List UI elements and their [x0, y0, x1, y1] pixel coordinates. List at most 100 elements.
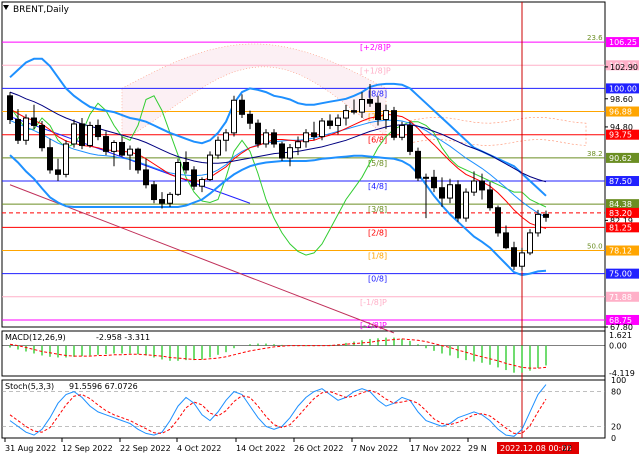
stoch-panel: Stoch(5,3,3) 91.5596 67.0726: [2, 382, 605, 437]
candle-body: [215, 139, 221, 156]
stoch-tick-label: 20: [611, 422, 621, 431]
price-tick-label: 71.88: [609, 293, 632, 302]
candle-body: [7, 95, 13, 121]
macd-tick-label: 0.00: [609, 342, 627, 351]
chart-text: BRENT,Daily: [3, 5, 70, 15]
candle-body: [511, 247, 517, 267]
stoch-tick-label: 80: [611, 388, 621, 397]
candle-body: [527, 232, 533, 254]
candle-body: [239, 99, 245, 115]
stoch-d-line: [9, 389, 547, 434]
candle-body: [175, 161, 181, 195]
murrey-label-6: [4/8]: [368, 182, 387, 191]
candle-body: [79, 123, 85, 146]
candle-body: [223, 132, 229, 141]
candle-body: [319, 120, 325, 138]
macd-values: -2.958 -3.311: [96, 333, 150, 342]
stoch-tick-label: 0: [611, 434, 616, 443]
macd-tick-label: 1.621: [609, 331, 632, 340]
candle-body: [271, 132, 277, 145]
time-tick-label: 26 Oct 2022: [294, 444, 343, 453]
candle-body: [455, 184, 461, 219]
candle-body: [295, 141, 301, 149]
ichimoku-cloud-fill-1: [122, 44, 386, 141]
candle-body: [463, 191, 469, 219]
panel-frame-0: [1, 1, 606, 328]
candle-body: [519, 252, 525, 267]
candle-body: [303, 132, 309, 143]
candle-body: [207, 154, 213, 181]
stoch-k-line: [9, 384, 547, 437]
candle-body: [535, 213, 541, 234]
stoch-values: 91.5596 67.0726: [69, 382, 138, 391]
candle-body: [311, 132, 317, 138]
candle-body: [479, 180, 485, 191]
oscillator-overlay-line: [9, 95, 547, 256]
candle-body: [287, 147, 293, 159]
fib-label-1: 38.2: [587, 150, 603, 158]
fib-label-2: 50.0: [587, 243, 603, 251]
price-axis: 106.25103.12102.90100.0098.6096.8894.809…: [605, 37, 639, 443]
ichimoku-cloud-shape-2: [409, 116, 587, 146]
price-tick-label: 84.38: [609, 200, 632, 209]
stoch-tick-label: 100: [611, 376, 626, 385]
candle-body: [255, 122, 261, 145]
candle-body: [327, 120, 333, 126]
candle-body: [63, 143, 69, 175]
candle-body: [471, 180, 477, 193]
price-tick-label: 78.12: [609, 247, 632, 256]
stoch-title: Stoch(5,3,3): [5, 382, 54, 391]
candle-body: [191, 169, 197, 187]
candle-body: [143, 169, 149, 186]
time-tick-label: 29 N: [468, 444, 487, 453]
time-tick-label: 12 Sep 2022: [62, 444, 113, 453]
candle-body: [119, 141, 125, 156]
candle-body: [15, 119, 21, 141]
price-tick-label: 81.25: [609, 223, 632, 232]
candle-body: [103, 136, 109, 152]
candle-body: [423, 176, 429, 179]
candle-body: [431, 176, 437, 189]
chart-title: BRENT,Daily: [13, 5, 70, 15]
murrey-label-7: [3/8]: [368, 205, 387, 214]
price-tick-label: 100.00: [609, 84, 637, 93]
candle-body: [95, 124, 101, 138]
murrey-label-0: [+2/8]P: [360, 43, 391, 52]
candle-body: [263, 132, 269, 145]
candle-body: [415, 150, 421, 179]
candle-body: [199, 179, 205, 187]
price-tick-label: 90.62: [609, 154, 632, 163]
candle-body: [367, 99, 373, 104]
murrey-label-8: [2/8]: [368, 228, 387, 237]
time-axis: 31 Aug 2022 12 Sep 2022 22 Sep 2022 4 Oct 2…: [4, 438, 579, 454]
price-tick-label: 102.90: [610, 63, 638, 72]
dropdown-triangle-icon: [3, 5, 9, 10]
candle-body: [335, 117, 341, 126]
time-tick-label: 7 Nov 2022: [352, 444, 398, 453]
price-tick-label: 75.00: [609, 270, 632, 279]
time-tick-label: 22 Sep 2022: [120, 444, 171, 453]
candle-body: [55, 169, 61, 175]
murrey-label-4: [6/8]: [368, 136, 387, 145]
candle-body: [135, 148, 141, 171]
price-tick-label: 96.88: [609, 108, 632, 117]
candle-body: [87, 124, 93, 146]
chart-canvas: [+2/8]P[+1/8]P[8/8][7/8][6/8][5/8][4/8][…: [1, 1, 639, 454]
price-tick-label: 98.60: [610, 95, 633, 104]
candle-body: [359, 99, 365, 113]
candle-body: [503, 232, 509, 249]
candle-body: [167, 193, 173, 204]
candle-body: [375, 102, 381, 121]
candle-body: [39, 124, 45, 149]
candle-body: [231, 99, 237, 134]
candle-body: [383, 110, 389, 121]
candle-body: [159, 199, 165, 204]
fib-label-0: 23.6: [587, 34, 603, 42]
candle-body: [127, 148, 133, 156]
candle-body: [31, 117, 37, 126]
candle-body: [279, 143, 285, 159]
candle-body: [47, 147, 53, 171]
murrey-levels: [+2/8]P[+1/8]P[8/8][7/8][6/8][5/8][4/8][…: [2, 34, 605, 330]
brent-daily-chart: [+2/8]P[+1/8]P[8/8][7/8][6/8][5/8][4/8][…: [0, 0, 640, 457]
candle-body: [399, 124, 405, 138]
